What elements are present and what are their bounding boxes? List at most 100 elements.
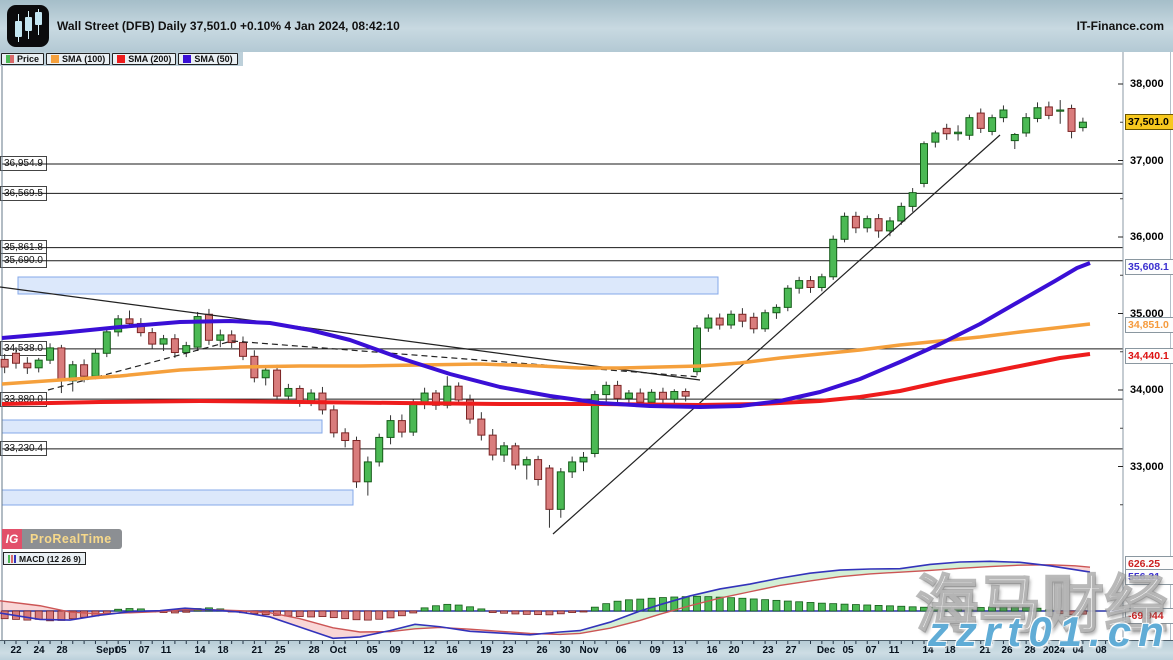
prorealtime-logo[interactable]: IG ProRealTime bbox=[2, 529, 122, 549]
chart-title: Wall Street (DFB) Daily 37,501.0 +0.10% … bbox=[57, 0, 400, 52]
legend-price-label: Price bbox=[17, 54, 39, 64]
support-zone-band bbox=[2, 420, 322, 433]
candle-body bbox=[35, 360, 42, 368]
candle-body bbox=[274, 370, 281, 396]
macd-histogram-bar bbox=[841, 604, 848, 611]
date-label[interactable]: 13 bbox=[672, 645, 683, 656]
macd-fill bbox=[750, 578, 780, 592]
dashed-trendline bbox=[232, 341, 700, 377]
candle-body bbox=[682, 392, 689, 397]
macd-histogram-bar bbox=[410, 611, 417, 613]
candle-body bbox=[614, 385, 621, 398]
candle-body bbox=[410, 403, 417, 432]
date-label[interactable]: Oct bbox=[330, 645, 347, 656]
date-label[interactable]: 16 bbox=[446, 645, 457, 656]
date-label[interactable]: 26 bbox=[536, 645, 547, 656]
date-label[interactable]: Dec bbox=[817, 645, 835, 656]
legend-sma200-button[interactable]: SMA (200) bbox=[112, 53, 176, 65]
macd-histogram-bar bbox=[126, 609, 133, 611]
candle-body bbox=[523, 460, 530, 465]
legend-sma100-button[interactable]: SMA (100) bbox=[46, 53, 110, 65]
date-label[interactable]: 28 bbox=[308, 645, 319, 656]
last-price-badge: 37,501.0 bbox=[1125, 114, 1173, 130]
date-label[interactable]: 07 bbox=[138, 645, 149, 656]
macd-histogram-bar bbox=[353, 611, 360, 620]
candle-body bbox=[1079, 122, 1086, 127]
macd-histogram-bar bbox=[762, 600, 769, 611]
date-label[interactable]: 21 bbox=[251, 645, 262, 656]
chart-window: Wall Street (DFB) Daily 37,501.0 +0.10% … bbox=[0, 0, 1173, 660]
macd-histogram-bar bbox=[387, 611, 394, 618]
macd-histogram-bar bbox=[171, 611, 178, 613]
date-label[interactable]: 05 bbox=[366, 645, 377, 656]
date-label[interactable]: 06 bbox=[615, 645, 626, 656]
date-label[interactable]: 12 bbox=[423, 645, 434, 656]
date-label[interactable]: 16 bbox=[706, 645, 717, 656]
candle-body bbox=[1011, 134, 1018, 140]
date-label[interactable]: 07 bbox=[865, 645, 876, 656]
macd-histogram-bar bbox=[296, 611, 303, 617]
macd-fill bbox=[40, 606, 70, 620]
macd-histogram-bar bbox=[342, 611, 349, 619]
candle-body bbox=[183, 346, 190, 353]
date-label[interactable]: 25 bbox=[274, 645, 285, 656]
sma200-line bbox=[2, 354, 1090, 405]
candle-body bbox=[240, 343, 247, 357]
axis-price-label: 37,000 bbox=[1130, 154, 1164, 168]
legend-sma50-button[interactable]: SMA (50) bbox=[178, 53, 237, 65]
macd-histogram-bar bbox=[750, 599, 757, 611]
candle-body bbox=[1045, 107, 1052, 115]
date-label[interactable]: 20 bbox=[728, 645, 739, 656]
brand-label: IT-Finance.com bbox=[1077, 0, 1164, 52]
macd-histogram-bar bbox=[364, 611, 371, 620]
date-label[interactable]: 27 bbox=[785, 645, 796, 656]
macd-histogram-bar bbox=[625, 600, 632, 611]
trendline bbox=[553, 135, 1000, 534]
date-label[interactable]: 23 bbox=[762, 645, 773, 656]
candle-body bbox=[1000, 110, 1007, 118]
date-label[interactable]: 11 bbox=[161, 645, 172, 656]
date-label[interactable]: 09 bbox=[389, 645, 400, 656]
date-label[interactable]: 28 bbox=[56, 645, 67, 656]
candle-body bbox=[455, 386, 462, 400]
date-label[interactable]: 30 bbox=[559, 645, 570, 656]
candle-body bbox=[932, 133, 939, 142]
watermark-url: zzrt01.cn bbox=[928, 608, 1171, 656]
candle-glyph bbox=[15, 21, 22, 37]
candle-body bbox=[875, 219, 882, 231]
date-label[interactable]: 11 bbox=[889, 645, 900, 656]
macd-histogram-bar bbox=[830, 604, 837, 611]
macd-histogram-bar bbox=[319, 611, 326, 617]
candle-body bbox=[1034, 108, 1041, 119]
date-label[interactable]: 05 bbox=[115, 645, 126, 656]
date-label[interactable]: 14 bbox=[194, 645, 205, 656]
date-label[interactable]: Nov bbox=[580, 645, 599, 656]
legend-price-button[interactable]: Price bbox=[1, 53, 44, 65]
candle-body bbox=[750, 317, 757, 328]
date-label[interactable]: 23 bbox=[502, 645, 513, 656]
date-label[interactable]: 19 bbox=[480, 645, 491, 656]
macd-histogram-bar bbox=[478, 609, 485, 611]
candle-body bbox=[818, 277, 825, 288]
date-label[interactable]: 22 bbox=[10, 645, 21, 656]
candle-body bbox=[24, 363, 31, 368]
macd-histogram-bar bbox=[603, 604, 610, 611]
sma50-swatch-icon bbox=[183, 55, 191, 63]
macd-histogram-bar bbox=[773, 600, 780, 611]
candle-body bbox=[989, 118, 996, 132]
candle-body bbox=[205, 314, 212, 340]
price-legend-row: Price SMA (100) SMA (200) SMA (50) bbox=[1, 52, 238, 66]
date-label[interactable]: 05 bbox=[842, 645, 853, 656]
date-label[interactable]: 18 bbox=[217, 645, 228, 656]
macd-histogram-bar bbox=[637, 599, 644, 611]
candle-body bbox=[807, 281, 814, 288]
candle-body bbox=[126, 319, 133, 324]
macd-histogram-bar bbox=[728, 598, 735, 611]
candle-body bbox=[546, 468, 553, 509]
macd-legend-button[interactable]: MACD (12 26 9) bbox=[3, 552, 86, 565]
date-label[interactable]: 24 bbox=[33, 645, 44, 656]
date-label[interactable]: 09 bbox=[649, 645, 660, 656]
axis-price-label: 36,000 bbox=[1130, 230, 1164, 244]
macd-histogram-bar bbox=[330, 611, 337, 618]
candle-body bbox=[728, 314, 735, 325]
